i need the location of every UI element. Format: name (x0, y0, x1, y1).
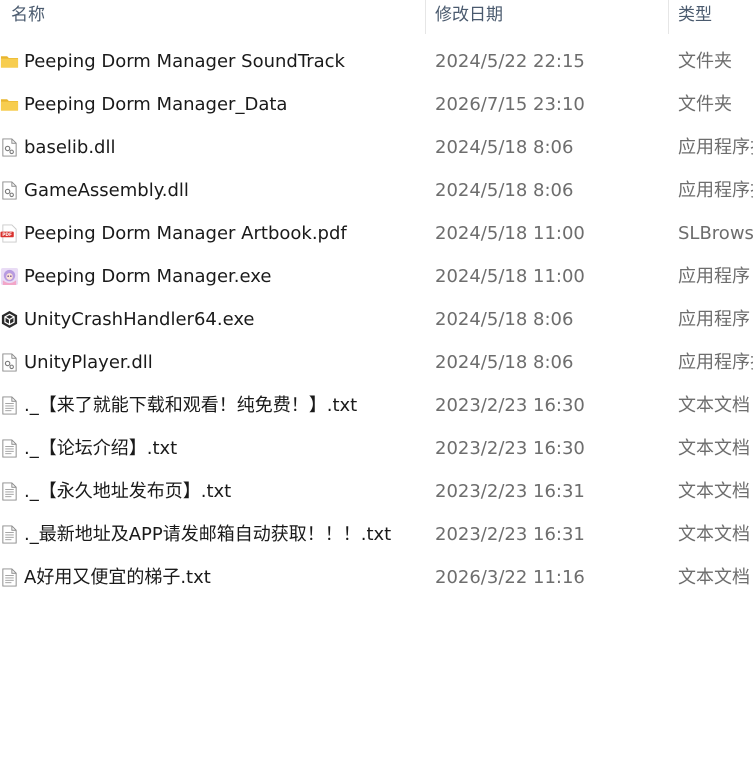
column-divider[interactable] (425, 0, 426, 34)
file-type: 文本文档 (678, 438, 750, 459)
column-divider[interactable] (668, 0, 669, 34)
file-type: 应用程序扩展 (678, 137, 753, 158)
file-row[interactable]: UnityCrashHandler64.exe 2024/5/18 8:06 应用程… (0, 298, 753, 341)
file-name: ._【论坛介绍】.txt (24, 438, 178, 459)
file-row[interactable]: baselib.dll 2024/5/18 8:06 应用程序扩展 (0, 126, 753, 169)
file-date-modified: 2023/2/23 16:30 (435, 438, 585, 459)
file-row[interactable]: Peeping Dorm Manager SoundTrack 2024/5/22… (0, 40, 753, 83)
column-header-bar: 名称 修改日期 类型 (0, 0, 753, 36)
file-row[interactable]: ._【来了就能下载和观看！纯免费！】.txt 2023/2/23 16:30 文本文… (0, 384, 753, 427)
file-date-modified: 2024/5/18 8:06 (435, 180, 574, 201)
file-row[interactable]: PDF Peeping Dorm Manager Artbook.pdf 2024/… (0, 212, 753, 255)
file-type: 文本文档 (678, 567, 750, 588)
folder-icon (0, 95, 19, 114)
file-date-modified: 2023/2/23 16:31 (435, 481, 585, 502)
svg-text:PDF: PDF (2, 232, 12, 238)
file-date-modified: 2024/5/18 11:00 (435, 266, 585, 287)
pdf-file-icon: PDF (0, 224, 19, 243)
file-name: A好用又便宜的梯子.txt (24, 567, 211, 588)
file-name: baselib.dll (24, 137, 116, 158)
dll-file-icon (0, 353, 19, 372)
file-row[interactable]: A好用又便宜的梯子.txt 2026/3/22 11:16 文本文档 (0, 556, 753, 599)
file-type: 应用程序 (678, 266, 750, 287)
file-type: 应用程序 (678, 309, 750, 330)
column-header-name[interactable]: 名称 (11, 0, 45, 32)
file-row[interactable]: ._【永久地址发布页】.txt 2023/2/23 16:31 文本文档 (0, 470, 753, 513)
text-file-icon (0, 482, 19, 501)
dll-file-icon (0, 181, 19, 200)
file-date-modified: 2024/5/18 8:06 (435, 137, 574, 158)
file-name: Peeping Dorm Manager Artbook.pdf (24, 223, 347, 244)
file-date-modified: 2024/5/22 22:15 (435, 51, 585, 72)
file-name: ._最新地址及APP请发邮箱自动获取！！！.txt (24, 524, 392, 545)
file-name: ._【永久地址发布页】.txt (24, 481, 232, 502)
text-file-icon (0, 439, 19, 458)
file-row[interactable]: GameAssembly.dll 2024/5/18 8:06 应用程序扩展 (0, 169, 753, 212)
file-date-modified: 2026/3/22 11:16 (435, 567, 585, 588)
file-type: 应用程序扩展 (678, 352, 753, 373)
file-name: GameAssembly.dll (24, 180, 189, 201)
file-name: ._【来了就能下载和观看！纯免费！】.txt (24, 395, 358, 416)
game-exe-icon (0, 267, 19, 286)
text-file-icon (0, 396, 19, 415)
text-file-icon (0, 525, 19, 544)
dll-file-icon (0, 138, 19, 157)
file-type: SLBrowser (678, 223, 753, 244)
file-name: UnityCrashHandler64.exe (24, 309, 255, 330)
file-name: UnityPlayer.dll (24, 352, 153, 373)
file-name: Peeping Dorm Manager.exe (24, 266, 272, 287)
file-row[interactable]: ._最新地址及APP请发邮箱自动获取！！！.txt 2023/2/23 16:31… (0, 513, 753, 556)
text-file-icon (0, 568, 19, 587)
column-header-type[interactable]: 类型 (678, 0, 712, 32)
file-row[interactable]: Peeping Dorm Manager_Data 2026/7/15 23:10… (0, 83, 753, 126)
file-name: Peeping Dorm Manager SoundTrack (24, 51, 345, 72)
column-header-date-modified[interactable]: 修改日期 (435, 0, 503, 32)
file-row[interactable]: ._【论坛介绍】.txt 2023/2/23 16:30 文本文档 (0, 427, 753, 470)
file-row[interactable]: UnityPlayer.dll 2024/5/18 8:06 应用程序扩展 (0, 341, 753, 384)
file-date-modified: 2024/5/18 8:06 (435, 309, 574, 330)
file-date-modified: 2023/2/23 16:31 (435, 524, 585, 545)
unity-exe-icon (0, 310, 19, 329)
file-date-modified: 2024/5/18 11:00 (435, 223, 585, 244)
file-type: 应用程序扩展 (678, 180, 753, 201)
file-type: 文本文档 (678, 395, 750, 416)
file-name: Peeping Dorm Manager_Data (24, 94, 288, 115)
file-type: 文本文档 (678, 524, 750, 545)
file-date-modified: 2026/7/15 23:10 (435, 94, 585, 115)
folder-icon (0, 52, 19, 71)
file-date-modified: 2023/2/23 16:30 (435, 395, 585, 416)
file-date-modified: 2024/5/18 8:06 (435, 352, 574, 373)
file-type: 文本文档 (678, 481, 750, 502)
file-type: 文件夹 (678, 51, 732, 72)
file-type: 文件夹 (678, 94, 732, 115)
file-list: Peeping Dorm Manager SoundTrack 2024/5/22… (0, 40, 753, 599)
file-row[interactable]: Peeping Dorm Manager.exe 2024/5/18 11:00 应… (0, 255, 753, 298)
